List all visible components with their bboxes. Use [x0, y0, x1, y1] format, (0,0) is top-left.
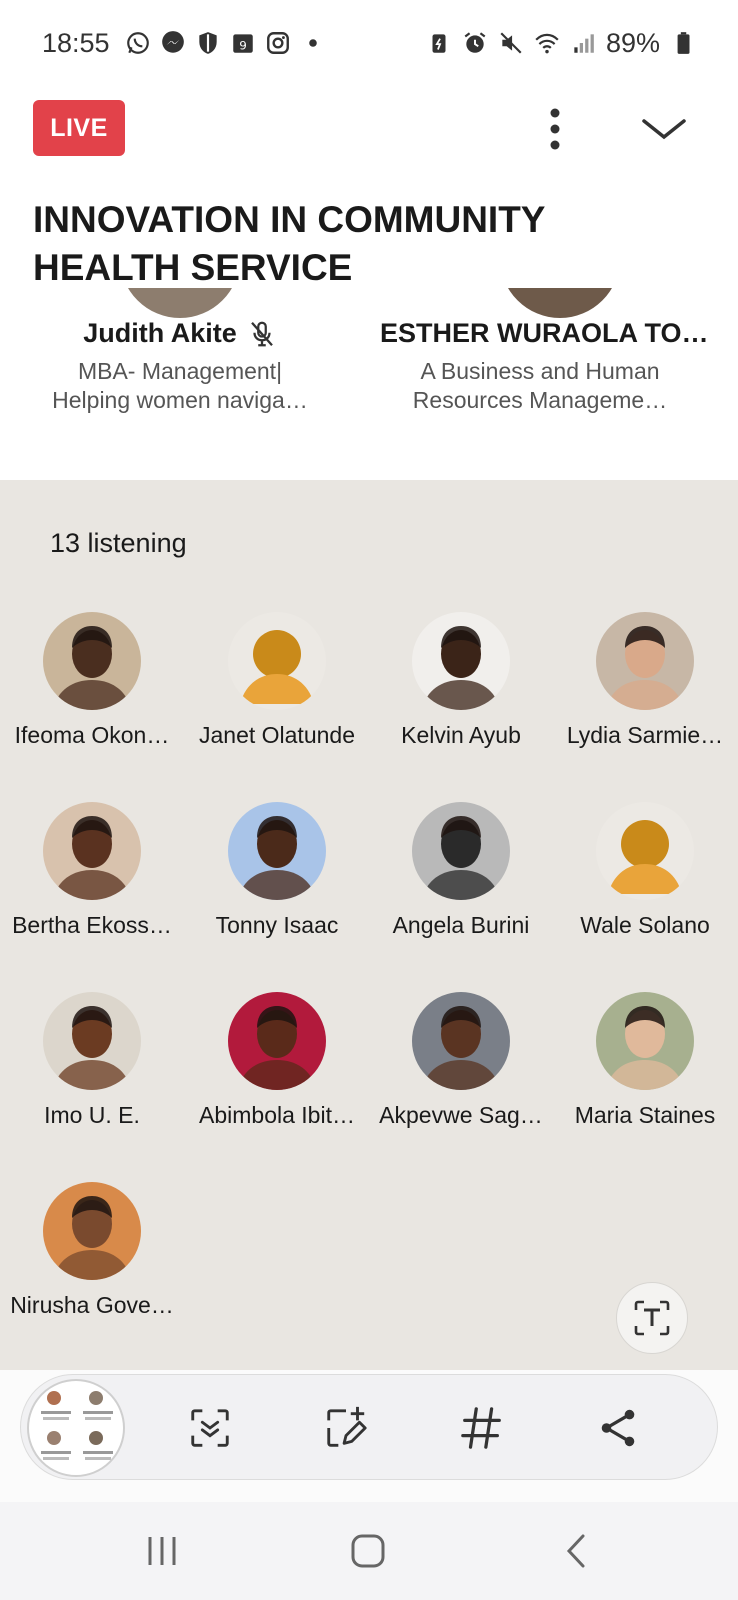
- audience-member-name: Bertha Ekoss…: [12, 912, 172, 938]
- speaker-headline-line1: A Business and Human: [420, 358, 660, 384]
- speaker-card[interactable]: ESTHER WURAOLA TO… A Business and Human …: [380, 288, 720, 415]
- event-title: INNOVATION IN COMMUNITY HEALTH SERVICE: [33, 199, 545, 288]
- speaker-name: ESTHER WURAOLA TO…: [380, 318, 709, 348]
- instagram-icon: [265, 30, 291, 56]
- avatar: [412, 612, 510, 710]
- audience-member-name: Janet Olatunde: [198, 722, 355, 748]
- audience-section[interactable]: 13 listening Ifeoma Okon… Janet Olatunde K…: [0, 480, 738, 1370]
- mic-muted-icon: [250, 321, 273, 346]
- scroll-capture-button[interactable]: [183, 1401, 237, 1455]
- back-icon: [566, 1534, 585, 1568]
- audience-member-name: Lydia Sarmie…: [566, 722, 724, 748]
- battery-icon: [670, 30, 696, 56]
- messenger-icon: [160, 30, 186, 56]
- signal-icon: [570, 30, 596, 56]
- share-icon: [601, 1409, 635, 1447]
- avatar: [596, 802, 694, 900]
- avatar: [43, 612, 141, 710]
- mute-icon: [498, 30, 524, 56]
- audience-member-name: Kelvin Ayub: [401, 722, 521, 748]
- live-badge: LIVE: [33, 100, 125, 156]
- audience-member-name: Imo U. E.: [44, 1102, 140, 1128]
- live-event-header: LIVE INNOVATION IN COMMUNITY HEALTH SERV…: [0, 86, 738, 480]
- back-button[interactable]: [546, 1524, 606, 1578]
- audience-member[interactable]: Janet Olatunde: [184, 612, 370, 749]
- status-bar: 18:55 9 89%: [0, 0, 738, 86]
- wifi-icon: [534, 30, 560, 56]
- audience-member-name: Angela Burini: [392, 912, 530, 938]
- avatar: [596, 992, 694, 1090]
- audience-member[interactable]: Wale Solano: [552, 802, 738, 939]
- system-navigation-bar: [0, 1502, 738, 1600]
- audience-member-name: Maria Staines: [574, 1102, 716, 1128]
- scan-text-icon: [191, 1409, 229, 1447]
- speaker-card[interactable]: Judith Akite MBA- Management| Helping wo…: [10, 288, 350, 415]
- avatar: [412, 802, 510, 900]
- speaker-name: Judith Akite: [83, 318, 237, 348]
- edit-capture-icon: [327, 1406, 367, 1447]
- alarm-icon: [462, 30, 488, 56]
- audience-member[interactable]: Maria Staines: [552, 992, 738, 1129]
- avatar: [412, 992, 510, 1090]
- audience-member[interactable]: Nirusha Gove…: [0, 1182, 185, 1319]
- speaker-avatar: [120, 288, 240, 318]
- screenshot-toolbar: [20, 1374, 718, 1480]
- hashtag-icon: [461, 1407, 501, 1449]
- recents-button[interactable]: [132, 1524, 192, 1578]
- speaker-avatar: [500, 288, 620, 318]
- text-extract-button[interactable]: [616, 1282, 688, 1354]
- screenshot-thumbnail[interactable]: [27, 1379, 125, 1477]
- audience-member-name: Tonny Isaac: [215, 912, 339, 938]
- audience-member[interactable]: Angela Burini: [368, 802, 554, 939]
- speaker-headline-line2: Resources Manageme…: [412, 387, 668, 413]
- edit-button[interactable]: [319, 1401, 373, 1455]
- chevron-down-icon: [642, 119, 686, 140]
- audience-member-name: Nirusha Gove…: [10, 1292, 174, 1318]
- share-button[interactable]: [591, 1401, 645, 1455]
- speaker-headline-line1: MBA- Management|: [77, 358, 283, 384]
- audience-member[interactable]: Akpevwe Sag…: [368, 992, 554, 1129]
- shield-icon: [195, 30, 221, 56]
- speaker-headline-line2: Helping women naviga…: [52, 387, 308, 413]
- tag-button[interactable]: [455, 1401, 509, 1455]
- avatar: [228, 612, 326, 710]
- battery-percent: 89%: [605, 27, 660, 58]
- more-vertical-icon: [550, 108, 560, 150]
- screenshot-toolbar-area: [0, 1370, 738, 1502]
- audience-member[interactable]: Bertha Ekoss…: [0, 802, 185, 939]
- audience-member-name: Ifeoma Okon…: [14, 722, 170, 748]
- listening-count: 13 listening: [50, 528, 187, 558]
- avatar: [228, 802, 326, 900]
- calendar-icon: 9: [230, 30, 256, 56]
- more-options-button[interactable]: [530, 104, 580, 154]
- audience-member-name: Akpevwe Sag…: [379, 1102, 543, 1128]
- audience-member-name: Abimbola Ibit…: [199, 1102, 355, 1128]
- svg-text:9: 9: [239, 39, 247, 53]
- audience-member[interactable]: Tonny Isaac: [184, 802, 370, 939]
- avatar: [596, 612, 694, 710]
- audience-member[interactable]: Lydia Sarmie…: [552, 612, 738, 749]
- battery-saver-icon: [426, 30, 452, 56]
- dot-icon: [300, 30, 326, 56]
- status-time: 18:55: [42, 27, 110, 58]
- avatar: [228, 992, 326, 1090]
- text-scan-icon: [634, 1300, 670, 1336]
- avatar: [43, 992, 141, 1090]
- audience-member-name: Wale Solano: [580, 912, 710, 938]
- audience-member[interactable]: Ifeoma Okon…: [0, 612, 185, 749]
- avatar: [43, 1182, 141, 1280]
- audience-member[interactable]: Kelvin Ayub: [368, 612, 554, 749]
- whatsapp-icon: [125, 30, 151, 56]
- audience-member[interactable]: Imo U. E.: [0, 992, 185, 1129]
- recents-icon: [148, 1537, 176, 1565]
- collapse-button[interactable]: [634, 104, 694, 154]
- avatar: [43, 802, 141, 900]
- home-icon: [351, 1534, 385, 1568]
- audience-member[interactable]: Abimbola Ibit…: [184, 992, 370, 1129]
- home-button[interactable]: [338, 1524, 398, 1578]
